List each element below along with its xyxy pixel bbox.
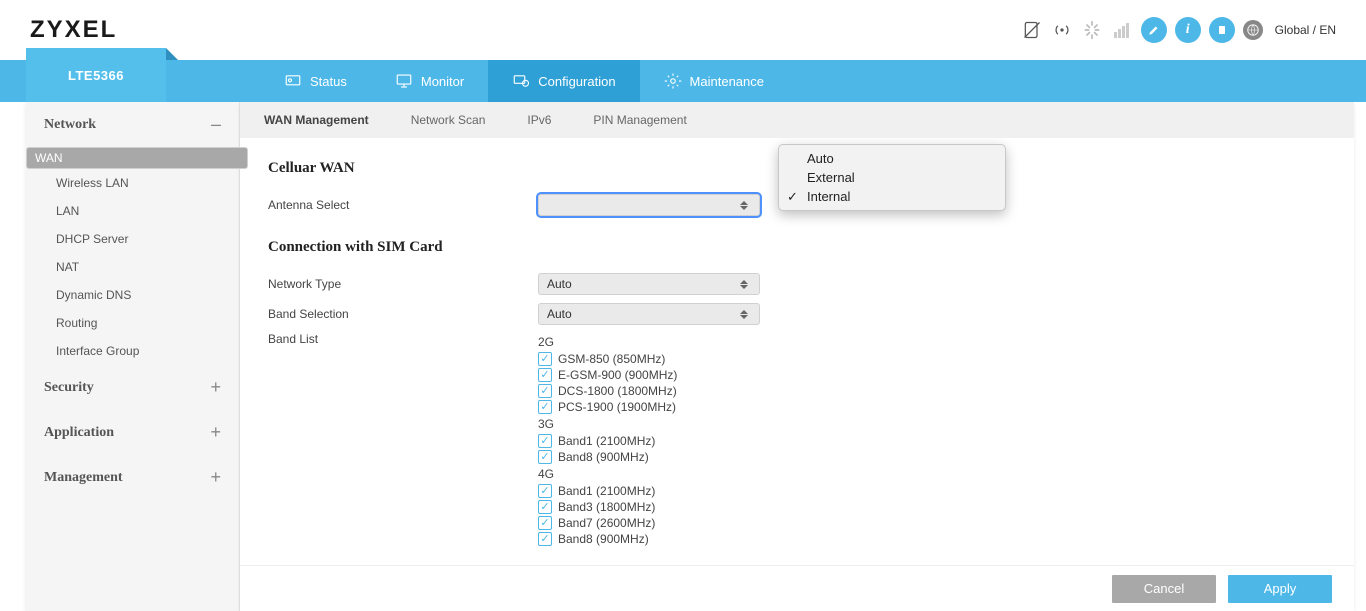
band-list-label: Band List bbox=[268, 332, 538, 346]
nav-maintenance[interactable]: Maintenance bbox=[640, 60, 788, 102]
nav-label: Configuration bbox=[538, 74, 615, 89]
subtab-wan-mgmt[interactable]: WAN Management bbox=[260, 103, 373, 137]
checkbox[interactable] bbox=[538, 500, 552, 514]
checkbox[interactable] bbox=[538, 532, 552, 546]
checkbox[interactable] bbox=[538, 384, 552, 398]
nosim-icon bbox=[1021, 19, 1043, 41]
language-label[interactable]: Global / EN bbox=[1275, 23, 1336, 37]
main-panel: WAN Management Network Scan IPv6 PIN Man… bbox=[240, 102, 1354, 611]
content: Celluar WAN Antenna Select Connection wi… bbox=[240, 138, 1354, 565]
chevron-updown-icon bbox=[737, 201, 751, 210]
sidebar-item-dhcp[interactable]: DHCP Server bbox=[26, 225, 239, 253]
sidebar-section-label: Network bbox=[44, 117, 96, 133]
signal-icon bbox=[1111, 19, 1133, 41]
antenna-option-external[interactable]: External bbox=[779, 168, 1005, 187]
apply-button[interactable]: Apply bbox=[1228, 575, 1332, 603]
band-item: Band1 (2100MHz) bbox=[538, 434, 677, 448]
band-item: Band3 (1800MHz) bbox=[538, 500, 677, 514]
monitor-icon bbox=[395, 72, 413, 90]
chevron-updown-icon bbox=[737, 280, 751, 289]
band-selection-label: Band Selection bbox=[268, 307, 538, 321]
doc-icon[interactable] bbox=[1209, 17, 1235, 43]
sidebar-section-label: Management bbox=[44, 470, 123, 486]
globe-icon[interactable] bbox=[1243, 20, 1263, 40]
nav-configuration[interactable]: Configuration bbox=[488, 60, 639, 102]
checkbox[interactable] bbox=[538, 400, 552, 414]
status-icon bbox=[284, 72, 302, 90]
antenna-dropdown[interactable]: Auto External Internal bbox=[778, 144, 1006, 211]
band-item: Band7 (2600MHz) bbox=[538, 516, 677, 530]
header-right: i Global / EN bbox=[1021, 17, 1336, 43]
network-type-value: Auto bbox=[547, 277, 572, 291]
band-item: E-GSM-900 (900MHz) bbox=[538, 368, 677, 382]
band-item: PCS-1900 (1900MHz) bbox=[538, 400, 677, 414]
sidebar-item-nat[interactable]: NAT bbox=[26, 253, 239, 281]
sidebar-section-label: Application bbox=[44, 425, 114, 441]
band-item: Band8 (900MHz) bbox=[538, 450, 677, 464]
collapse-icon: – bbox=[211, 114, 221, 135]
antenna-option-auto[interactable]: Auto bbox=[779, 149, 1005, 168]
band-group-2g: 2G bbox=[538, 335, 677, 349]
expand-icon: + bbox=[210, 422, 221, 443]
nav-status[interactable]: Status bbox=[260, 60, 371, 102]
device-tab[interactable]: LTE5366 bbox=[26, 48, 166, 102]
band-item: Band1 (2100MHz) bbox=[538, 484, 677, 498]
band-group-4g: 4G bbox=[538, 467, 677, 481]
subtab-ipv6[interactable]: IPv6 bbox=[523, 103, 555, 137]
subtab-network-scan[interactable]: Network Scan bbox=[407, 103, 490, 137]
cancel-button[interactable]: Cancel bbox=[1112, 575, 1216, 603]
band-item: GSM-850 (850MHz) bbox=[538, 352, 677, 366]
sidebar-item-wireless-lan[interactable]: Wireless LAN bbox=[26, 169, 239, 197]
checkbox[interactable] bbox=[538, 484, 552, 498]
info-icon[interactable]: i bbox=[1175, 17, 1201, 43]
sidebar-section-label: Security bbox=[44, 380, 94, 396]
sidebar-section-security[interactable]: Security + bbox=[26, 365, 239, 410]
sidebar-section-application[interactable]: Application + bbox=[26, 410, 239, 455]
broadcast-icon bbox=[1051, 19, 1073, 41]
chevron-updown-icon bbox=[737, 310, 751, 319]
network-type-select[interactable]: Auto bbox=[538, 273, 760, 295]
expand-icon: + bbox=[210, 377, 221, 398]
nav-label: Monitor bbox=[421, 74, 464, 89]
antenna-option-internal[interactable]: Internal bbox=[779, 187, 1005, 206]
footer: Cancel Apply bbox=[240, 565, 1354, 611]
network-type-label: Network Type bbox=[268, 277, 538, 291]
sidebar-item-routing[interactable]: Routing bbox=[26, 309, 239, 337]
checkbox[interactable] bbox=[538, 434, 552, 448]
subtab-pin[interactable]: PIN Management bbox=[589, 103, 690, 137]
nav-monitor[interactable]: Monitor bbox=[371, 60, 488, 102]
band-selection-value: Auto bbox=[547, 307, 572, 321]
sidebar: Network – WAN Wireless LAN LAN DHCP Serv… bbox=[26, 102, 240, 611]
sidebar-item-wan[interactable]: WAN bbox=[26, 147, 248, 169]
band-list: 2G GSM-850 (850MHz) E-GSM-900 (900MHz) D… bbox=[538, 332, 677, 548]
logo: ZYXEL bbox=[30, 16, 117, 44]
sidebar-section-management[interactable]: Management + bbox=[26, 455, 239, 500]
sidebar-item-ddns[interactable]: Dynamic DNS bbox=[26, 281, 239, 309]
band-item: DCS-1800 (1800MHz) bbox=[538, 384, 677, 398]
gear-icon bbox=[664, 72, 682, 90]
checkbox[interactable] bbox=[538, 450, 552, 464]
edit-icon[interactable] bbox=[1141, 17, 1167, 43]
band-group-3g: 3G bbox=[538, 417, 677, 431]
configuration-icon bbox=[512, 72, 530, 90]
checkbox[interactable] bbox=[538, 516, 552, 530]
nav-label: Status bbox=[310, 74, 347, 89]
top-header: ZYXEL i Global / EN bbox=[0, 0, 1366, 60]
antenna-select-label: Antenna Select bbox=[268, 198, 538, 212]
top-nav: Status Monitor Configuration Maintenance bbox=[0, 60, 1366, 102]
sidebar-section-network[interactable]: Network – bbox=[26, 102, 239, 147]
expand-icon: + bbox=[210, 467, 221, 488]
checkbox[interactable] bbox=[538, 368, 552, 382]
band-item: Band8 (900MHz) bbox=[538, 532, 677, 546]
checkbox[interactable] bbox=[538, 352, 552, 366]
nav-label: Maintenance bbox=[690, 74, 764, 89]
section-connection: Connection with SIM Card bbox=[268, 239, 1326, 256]
sidebar-item-lan[interactable]: LAN bbox=[26, 197, 239, 225]
sidebar-item-ifgroup[interactable]: Interface Group bbox=[26, 337, 239, 365]
subtabs: WAN Management Network Scan IPv6 PIN Man… bbox=[240, 102, 1354, 138]
band-selection-select[interactable]: Auto bbox=[538, 303, 760, 325]
loading-icon bbox=[1081, 19, 1103, 41]
antenna-select[interactable] bbox=[538, 194, 760, 216]
app-shell: LTE5366 Status Monitor Configuration Mai… bbox=[0, 60, 1366, 611]
